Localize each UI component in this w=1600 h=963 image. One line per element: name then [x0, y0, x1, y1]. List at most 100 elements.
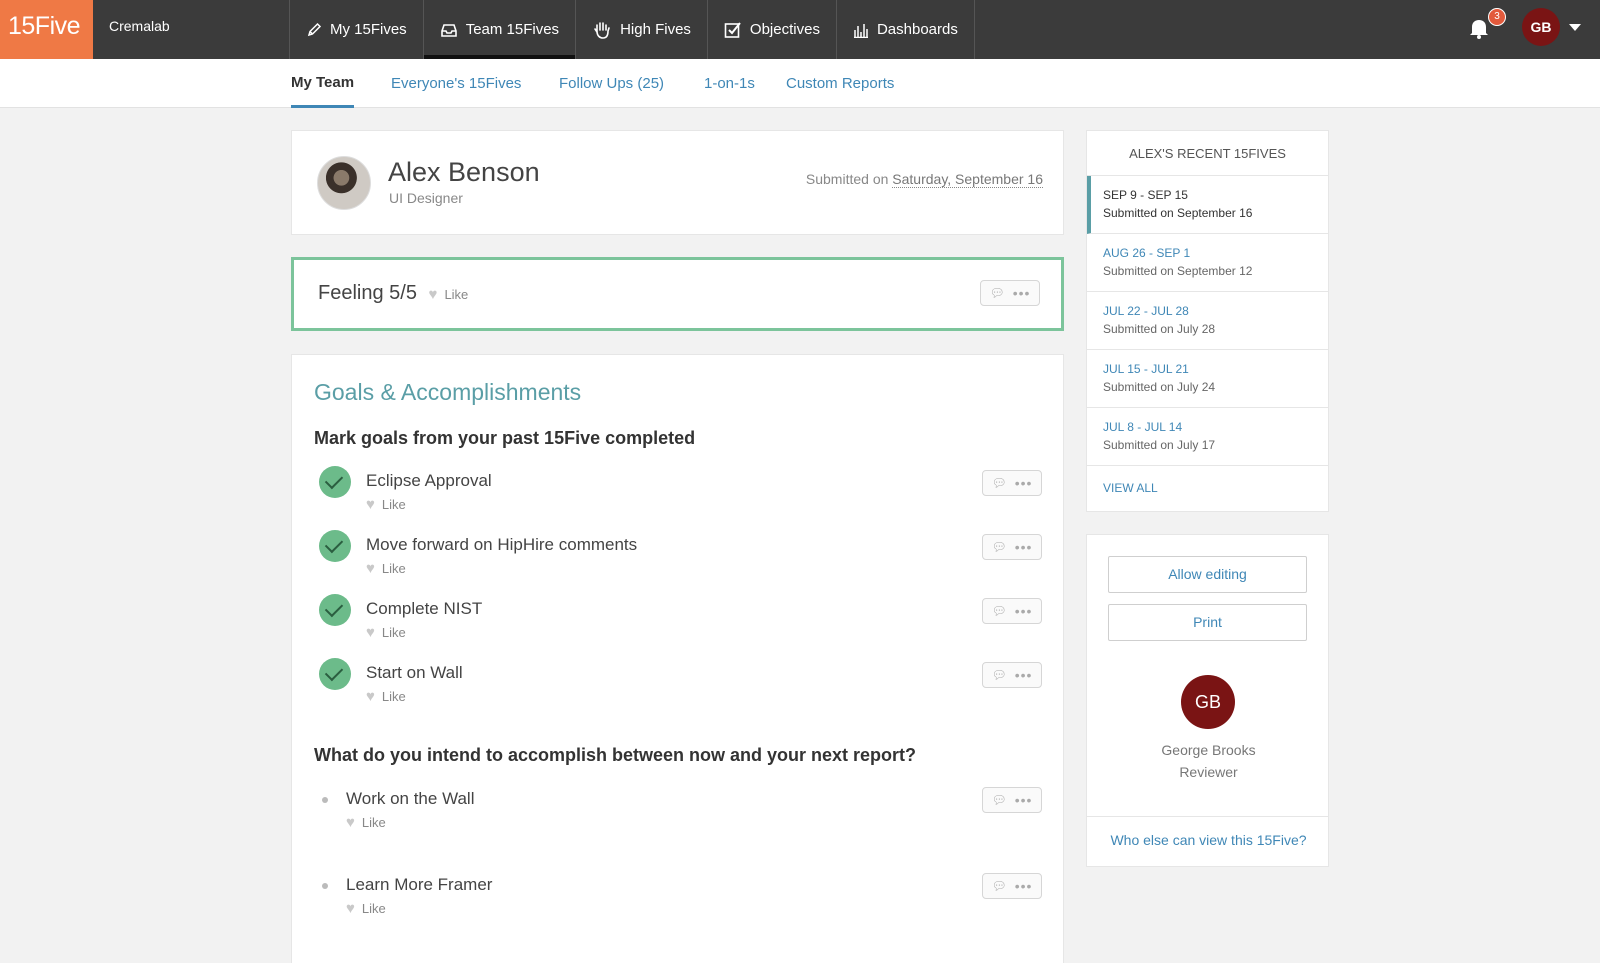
comment-icon: 💬︎: [991, 540, 1007, 554]
nav-tab-high-fives[interactable]: High Fives: [576, 0, 708, 59]
subtab-1-on-1s[interactable]: 1-on-1s: [704, 59, 755, 108]
like-button[interactable]: ♥ Like: [429, 287, 469, 302]
allow-editing-button[interactable]: Allow editing: [1108, 556, 1307, 593]
profile-role: UI Designer: [389, 190, 463, 206]
comment-icon: 💬︎: [991, 879, 1007, 893]
subtab-follow-ups[interactable]: Follow Ups (25): [559, 59, 664, 108]
nav-tab-team-15fives[interactable]: Team 15Fives: [423, 0, 577, 59]
recent-range: SEP 9 - SEP 15: [1103, 188, 1188, 202]
report-header-card: Alex Benson UI Designer Submitted on Sat…: [291, 130, 1064, 235]
comment-icon: 💬︎: [991, 604, 1007, 618]
comment-icon: 💬︎: [989, 286, 1005, 300]
comment-actions-button[interactable]: 💬︎ •••: [982, 534, 1042, 560]
goal-complete-check-icon[interactable]: [319, 594, 351, 626]
intended-goals-question: What do you intend to accomplish between…: [314, 745, 917, 765]
feeling-row: Feeling 5/5 ♥ Like: [318, 282, 468, 305]
like-button[interactable]: ♥ Like: [346, 815, 386, 830]
notification-bell-icon[interactable]: [1468, 16, 1490, 40]
goal-item: Move forward on HipHire comments ♥ Like 💬…: [292, 530, 1065, 588]
recent-15fives-card: ALEX'S RECENT 15FIVES SEP 9 - SEP 15 Sub…: [1086, 130, 1329, 512]
heart-icon: ♥: [346, 900, 355, 917]
comment-actions-button[interactable]: 💬︎ •••: [982, 470, 1042, 496]
recent-item[interactable]: JUL 22 - JUL 28 Submitted on July 28: [1087, 292, 1328, 350]
like-label: Like: [444, 287, 469, 302]
like-button[interactable]: ♥ Like: [366, 497, 406, 512]
like-label: Like: [361, 901, 386, 916]
like-label: Like: [381, 689, 406, 704]
recent-range: JUL 22 - JUL 28: [1103, 304, 1189, 318]
view-all-link[interactable]: VIEW ALL: [1087, 466, 1328, 510]
recent-item[interactable]: AUG 26 - SEP 1 Submitted on September 12: [1087, 234, 1328, 292]
more-dots-icon: •••: [1014, 603, 1033, 619]
comment-actions-button[interactable]: 💬︎ •••: [982, 873, 1042, 899]
goal-title: Complete NIST: [366, 599, 483, 618]
goal-complete-check-icon[interactable]: [319, 530, 351, 562]
user-menu-chevron-down-icon[interactable]: [1569, 24, 1581, 31]
submitted-info: Submitted on Saturday, September 16: [805, 171, 1043, 188]
recent-submitted: Submitted on July 24: [1103, 380, 1216, 394]
recent-range: JUL 8 - JUL 14: [1103, 420, 1183, 434]
goal-complete-check-icon[interactable]: [319, 658, 351, 690]
goal-complete-check-icon[interactable]: [319, 466, 351, 498]
hand-icon: [592, 20, 612, 40]
like-button[interactable]: ♥ Like: [366, 625, 406, 640]
inbox-icon: [440, 22, 458, 38]
feeling-card: Feeling 5/5 ♥ Like 💬︎ •••: [291, 257, 1064, 331]
sub-navbar: My Team Everyone's 15Fives Follow Ups (2…: [0, 59, 1600, 108]
like-button[interactable]: ♥ Like: [366, 561, 406, 576]
recent-item[interactable]: SEP 9 - SEP 15 Submitted on September 16: [1087, 176, 1328, 234]
subtab-custom-reports[interactable]: Custom Reports: [786, 59, 894, 108]
plan-title: Learn More Framer: [346, 875, 493, 894]
like-label: Like: [381, 625, 406, 640]
pencil-icon: [306, 22, 322, 38]
recent-submitted: Submitted on July 17: [1103, 438, 1216, 452]
recent-item[interactable]: JUL 15 - JUL 21 Submitted on July 24: [1087, 350, 1328, 408]
comment-icon: 💬︎: [991, 476, 1007, 490]
company-name[interactable]: Cremalab: [109, 0, 170, 59]
comment-actions-button[interactable]: 💬︎ •••: [982, 598, 1042, 624]
goal-title: Move forward on HipHire comments: [366, 535, 638, 554]
goal-item: Complete NIST ♥ Like 💬︎ •••: [292, 594, 1065, 652]
feeling-score: Feeling 5/5: [318, 282, 417, 304]
app-logo[interactable]: 15Five: [0, 0, 93, 59]
comment-actions-button[interactable]: 💬︎ •••: [982, 662, 1042, 688]
checkbox-icon: [724, 21, 742, 39]
like-label: Like: [361, 815, 386, 830]
more-dots-icon: •••: [1014, 878, 1033, 894]
recent-submitted: Submitted on September 12: [1103, 264, 1253, 278]
comment-actions-button[interactable]: 💬︎ •••: [980, 280, 1040, 306]
nav-tab-label: High Fives: [620, 21, 691, 38]
goal-item: Start on Wall ♥ Like 💬︎ •••: [292, 658, 1065, 716]
section-title: Goals & Accomplishments: [314, 379, 582, 405]
submitted-prefix: Submitted on: [805, 171, 889, 187]
like-button[interactable]: ♥ Like: [346, 901, 386, 916]
more-dots-icon: •••: [1014, 792, 1033, 808]
notification-count-badge: 3: [1488, 8, 1506, 26]
print-button[interactable]: Print: [1108, 604, 1307, 641]
top-navbar: 15Five Cremalab My 15Fives Team 15Fives …: [0, 0, 1600, 59]
subtab-everyones-15fives[interactable]: Everyone's 15Fives: [391, 59, 521, 108]
submitted-date[interactable]: Saturday, September 16: [892, 171, 1043, 188]
main-nav-tabs: My 15Fives Team 15Fives High Fives Objec…: [289, 0, 975, 59]
user-avatar[interactable]: GB: [1522, 8, 1560, 46]
who-else-can-view-link[interactable]: Who else can view this 15Five?: [1087, 832, 1330, 848]
like-label: Like: [381, 561, 406, 576]
reviewer-avatar: GB: [1181, 675, 1235, 729]
profile-name: Alex Benson: [388, 157, 540, 187]
nav-tab-objectives[interactable]: Objectives: [708, 0, 837, 59]
nav-tab-dashboards[interactable]: Dashboards: [837, 0, 975, 59]
plan-item: Learn More Framer ♥ Like 💬︎ •••: [292, 871, 1065, 929]
bullet-icon: [322, 797, 328, 803]
more-dots-icon: •••: [1012, 285, 1031, 301]
recent-item[interactable]: JUL 8 - JUL 14 Submitted on July 17: [1087, 408, 1328, 466]
profile-avatar: [317, 156, 371, 210]
goal-title: Eclipse Approval: [366, 471, 492, 490]
like-button[interactable]: ♥ Like: [366, 689, 406, 704]
reviewer-role: Reviewer: [1179, 764, 1238, 780]
comment-actions-button[interactable]: 💬︎ •••: [982, 787, 1042, 813]
completed-goals-question: Mark goals from your past 15Five complet…: [314, 428, 696, 448]
heart-icon: ♥: [366, 624, 375, 641]
more-dots-icon: •••: [1014, 667, 1033, 683]
nav-tab-my-15fives[interactable]: My 15Fives: [290, 0, 424, 59]
subtab-my-team[interactable]: My Team: [291, 59, 355, 108]
